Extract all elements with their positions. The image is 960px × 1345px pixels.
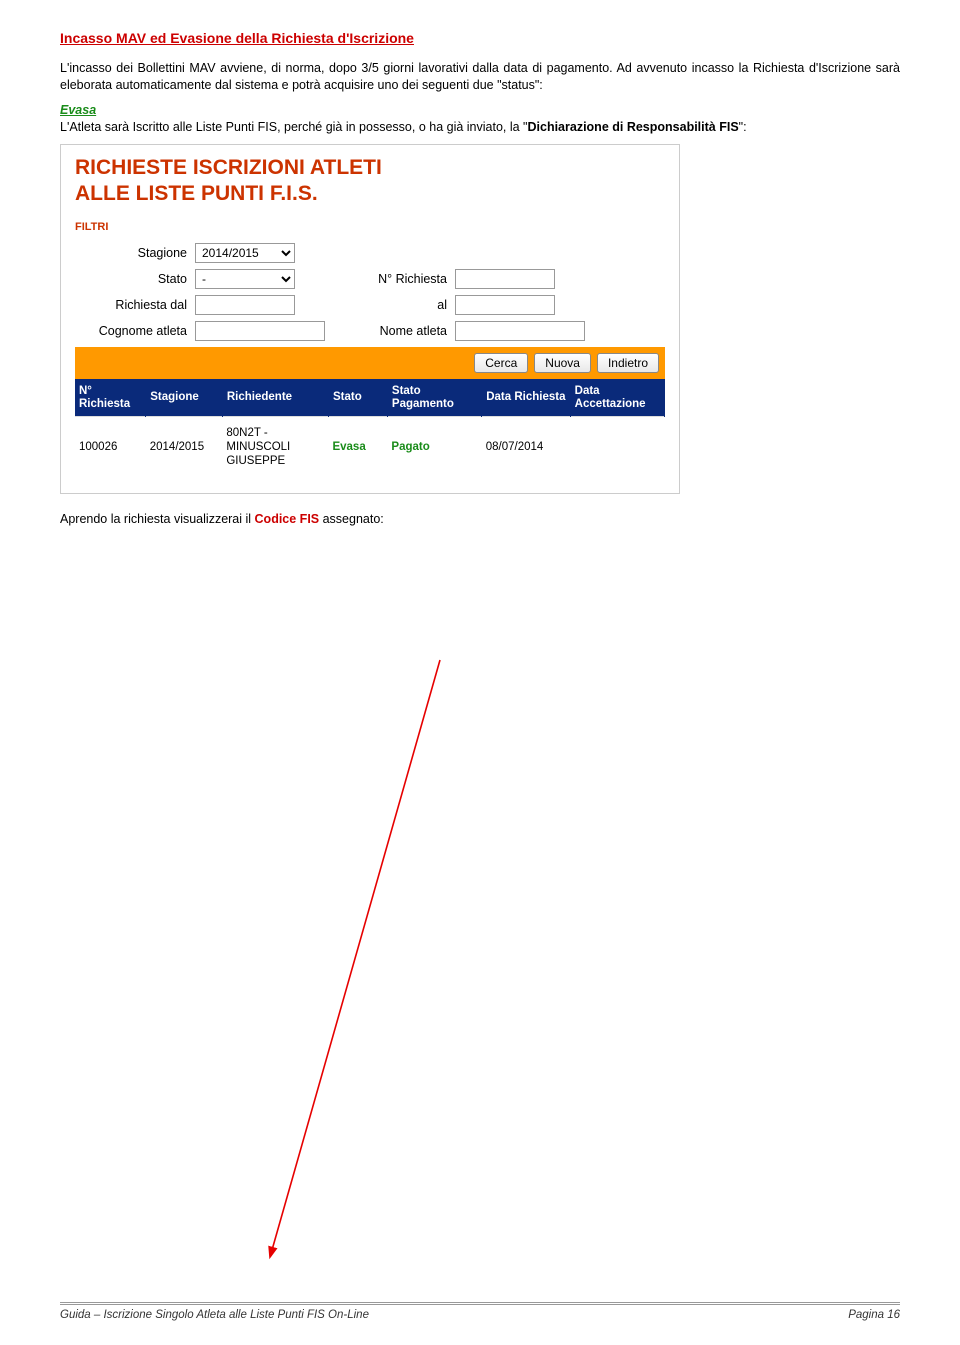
paragraph-codice-fis: Aprendo la richiesta visualizzerai il Co… [60,512,900,526]
embedded-screenshot: RICHIESTE ISCRIZIONI ATLETI ALLE LISTE P… [60,144,680,494]
cell-pagamento: Pagato [387,417,481,479]
th-n-richiesta: N° Richiesta [75,379,146,417]
label-nome: Nome atleta [325,324,455,338]
th-richiedente: Richiedente [222,379,328,417]
label-al: al [295,298,455,312]
cell-stagione: 2014/2015 [146,417,223,479]
input-richiesta-dal[interactable] [195,295,295,315]
evasa-label: Evasa [60,103,96,117]
evasa-desc-a: L'Atleta sarà Iscritto alle Liste Punti … [60,120,528,134]
th-stagione: Stagione [146,379,223,417]
th-stato: Stato [328,379,387,417]
input-n-richiesta[interactable] [455,269,555,289]
table-row[interactable]: 100026 2014/2015 80N2T - MINUSCOLI GIUSE… [75,417,665,479]
input-nome[interactable] [455,321,585,341]
button-bar: Cerca Nuova Indietro [75,347,665,379]
label-richiesta-dal: Richiesta dal [75,298,195,312]
indietro-button[interactable]: Indietro [597,353,659,373]
nuova-button[interactable]: Nuova [534,353,591,373]
ss-title-line1: RICHIESTE ISCRIZIONI ATLETI [75,156,382,179]
filtri-header: FILTRI [75,221,665,233]
th-stato-pag: Stato Pagamento [387,379,481,417]
select-stagione[interactable]: 2014/2015 [195,243,295,263]
table-header-row: N° Richiesta Stagione Richiedente Stato … [75,379,665,417]
th-data-accettazione: Data Accettazione [570,379,664,417]
input-cognome[interactable] [195,321,325,341]
arrow-icon [260,650,460,1270]
after-a: Aprendo la richiesta visualizzerai il [60,512,255,526]
footer-left: Guida – Iscrizione Singolo Atleta alle L… [60,1309,369,1321]
label-stato: Stato [75,272,195,286]
page-footer: Guida – Iscrizione Singolo Atleta alle L… [60,1302,900,1321]
input-al[interactable] [455,295,555,315]
cell-n: 100026 [75,417,146,479]
paragraph-evasa: Evasa L'Atleta sarà Iscritto alle Liste … [60,102,900,136]
codice-fis-label: Codice FIS [255,512,320,526]
th-data-richiesta: Data Richiesta [482,379,570,417]
cell-data-richiesta: 08/07/2014 [482,417,570,479]
label-n-richiesta: N° Richiesta [295,272,455,286]
evasa-desc-b: Dichiarazione di Responsabilità FIS [528,120,739,134]
screenshot-title: RICHIESTE ISCRIZIONI ATLETI ALLE LISTE P… [75,155,665,208]
results-table: N° Richiesta Stagione Richiedente Stato … [75,379,665,479]
after-c: assegnato: [319,512,384,526]
footer-right: Pagina 16 [848,1309,900,1321]
evasa-desc-c: ": [739,120,747,134]
cell-stato: Evasa [328,417,387,479]
label-stagione: Stagione [75,246,195,260]
paragraph-intro: L'incasso dei Bollettini MAV avviene, di… [60,60,900,94]
cell-richiedente: 80N2T - MINUSCOLI GIUSEPPE [222,417,328,479]
label-cognome: Cognome atleta [75,324,195,338]
select-stato[interactable]: - [195,269,295,289]
cerca-button[interactable]: Cerca [474,353,528,373]
ss-title-line2: ALLE LISTE PUNTI F.I.S. [75,182,318,205]
section-title: Incasso MAV ed Evasione della Richiesta … [60,30,900,46]
cell-data-accettazione [570,417,664,479]
